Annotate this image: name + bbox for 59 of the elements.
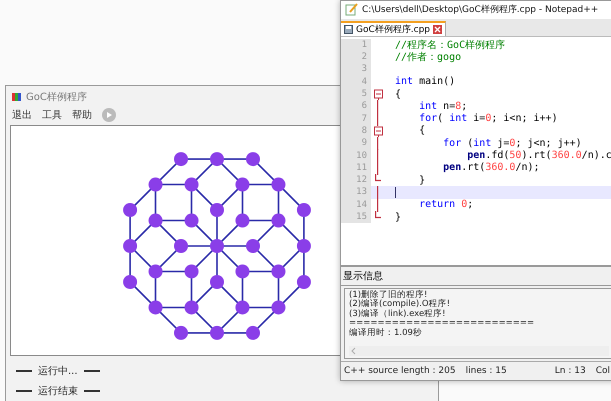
code-line: } <box>394 212 402 223</box>
dash-icon <box>84 370 100 372</box>
app-icon <box>12 92 21 101</box>
status-item: lines : 15 <box>466 366 507 376</box>
code-line: //程序名：GoC样例程序 <box>394 38 506 52</box>
status-item: Ln : 13 <box>554 366 586 376</box>
menu-item[interactable]: 工具 <box>42 108 62 122</box>
window-title: GoC样例程序 <box>26 90 87 104</box>
code-line: } <box>418 174 426 186</box>
status-text: 运行中... <box>38 364 78 378</box>
fold-end-icon <box>375 174 381 184</box>
status-item: C++ source length : 205 <box>344 366 456 376</box>
fold-minus-icon[interactable] <box>374 124 382 137</box>
window-title: C:\Users\dell\Desktop\GoC样例程序.cpp - Notepad++ <box>362 4 598 16</box>
fold-minus-icon[interactable] <box>374 88 382 100</box>
output-line: (3)编译（link).exe程序! <box>349 310 447 320</box>
code-line: int n=8; <box>418 100 468 112</box>
menu-item[interactable]: 帮助 <box>72 108 92 122</box>
status-item: Col <box>596 366 610 376</box>
code-line: //作者：gogo <box>394 50 462 64</box>
output-line: 编译用时：1.09秒 <box>349 328 423 338</box>
code-line: for (int j=0; j<n; j++) <box>442 138 582 149</box>
line-number: 6 <box>341 100 371 113</box>
menu-item[interactable]: 退出 <box>12 108 32 122</box>
dash-icon <box>16 370 32 372</box>
code-line: return 0; <box>418 199 474 210</box>
output-line: ========================== <box>349 319 536 328</box>
file-tab[interactable]: GoC样例程序.cpp <box>341 20 446 36</box>
output-line: (2)编译(compile).O程序! <box>349 300 451 310</box>
line-number: 14 <box>341 198 371 211</box>
line-number: 15 <box>341 210 371 224</box>
line-number: 2 <box>341 51 371 64</box>
panel-title: 显示信息 <box>341 266 611 286</box>
line-number: 1 <box>341 38 371 52</box>
save-icon <box>344 24 353 34</box>
line-number: 9 <box>341 137 371 150</box>
line-number: 12 <box>341 174 371 186</box>
line-number: 5 <box>341 88 371 100</box>
code-line: pen.rt(360.0/n); <box>442 162 540 174</box>
dash-icon <box>16 390 32 392</box>
line-number: 11 <box>341 162 371 174</box>
line-number: 8 <box>341 124 371 138</box>
code-line: for( int i=0; i<n; i++) <box>418 113 558 124</box>
dash-icon <box>84 390 100 392</box>
line-number: 10 <box>341 149 371 162</box>
code-line: pen.fd(50).rt(360.0/n).c <box>466 150 611 162</box>
code-line: int main() <box>394 76 456 88</box>
line-number: 7 <box>341 112 371 125</box>
output-line: (1)删除了旧的程序! <box>349 290 428 300</box>
fold-end-icon <box>375 210 381 220</box>
line-number: 4 <box>341 76 371 88</box>
code-line: { <box>394 88 402 100</box>
close-icon[interactable] <box>433 24 442 34</box>
status-text: 运行结束 <box>38 384 78 398</box>
horizontal-scrollbar[interactable] <box>349 346 609 356</box>
line-number: 13 <box>341 186 371 199</box>
line-number: 3 <box>341 63 371 76</box>
text-caret <box>395 186 396 198</box>
code-line: { <box>418 125 426 136</box>
